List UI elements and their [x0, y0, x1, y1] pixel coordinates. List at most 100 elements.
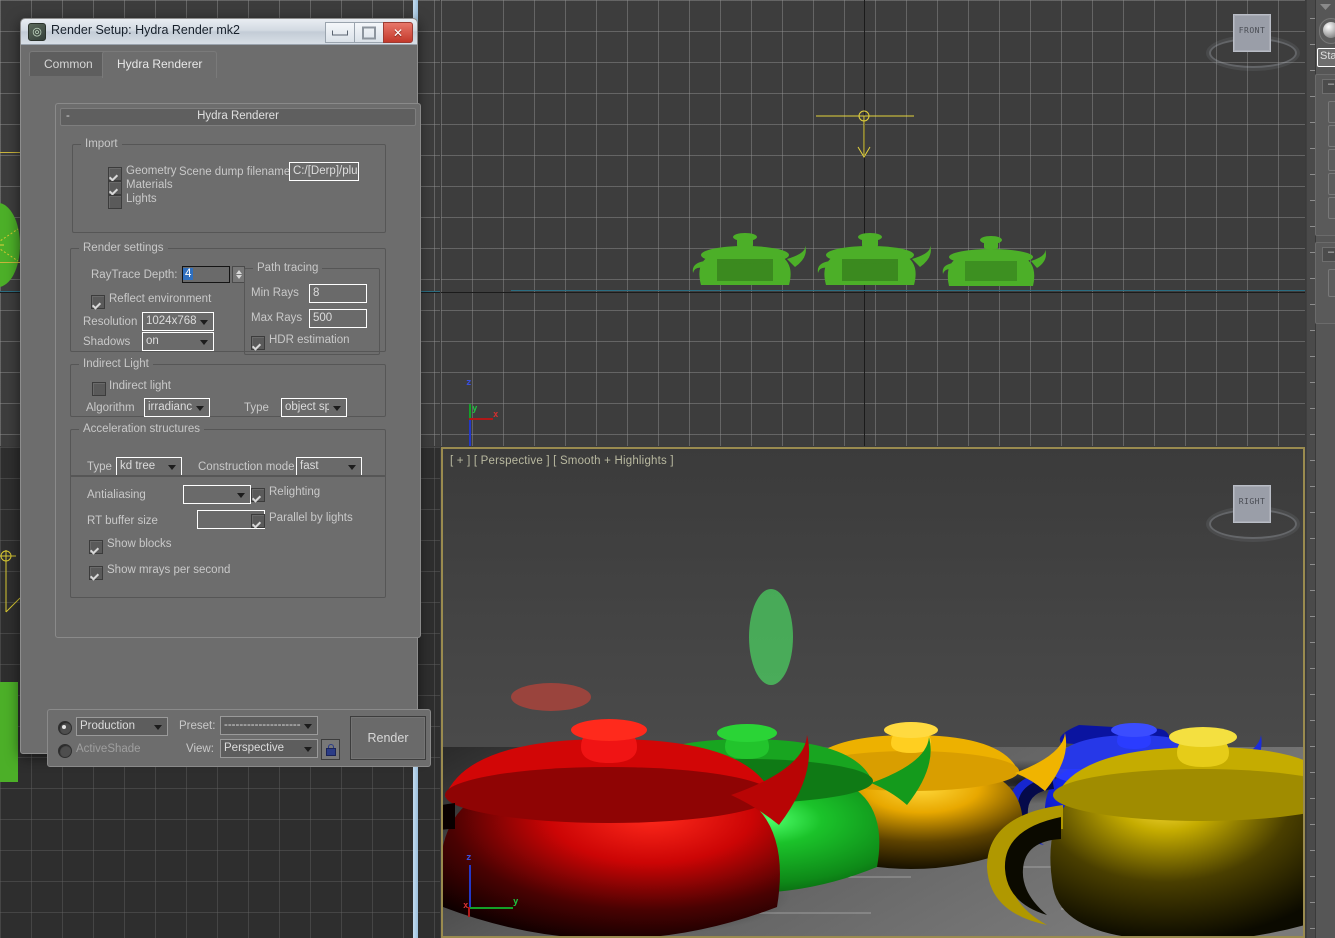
- indirect-type-dropdown[interactable]: object spa: [281, 398, 347, 417]
- axis-label-y: y: [472, 404, 477, 414]
- chevron-down-icon[interactable]: [300, 717, 317, 734]
- label-accel-type: Type: [87, 461, 112, 473]
- chevron-down-icon[interactable]: [196, 313, 213, 330]
- lock-icon[interactable]: [321, 739, 340, 760]
- view-cube-face[interactable]: FRONT: [1233, 14, 1271, 52]
- group-acceleration-structures: Acceleration structures Type kd tree Con…: [70, 423, 386, 477]
- accel-type-dropdown[interactable]: kd tree: [116, 457, 182, 476]
- group-acceleration-legend: Acceleration structures: [79, 423, 204, 435]
- axis-label-y: y: [513, 897, 518, 907]
- label-resolution: Resolution: [83, 316, 137, 328]
- scene-dump-filename-input[interactable]: C:/[Derp]/plu: [289, 162, 359, 181]
- axis-label-x: x: [493, 410, 498, 420]
- checkbox-parallel-by-lights[interactable]: [251, 514, 265, 528]
- chevron-down-icon[interactable]: [329, 399, 346, 416]
- rollout-2[interactable]: –: [1315, 242, 1335, 324]
- shadows-dropdown[interactable]: on: [142, 332, 214, 351]
- tab-hydra-renderer[interactable]: Hydra Renderer: [102, 51, 217, 78]
- chevron-down-icon[interactable]: [192, 399, 209, 416]
- checkbox-relighting[interactable]: [251, 488, 265, 502]
- checkbox-show-mrays[interactable]: [89, 566, 103, 580]
- name-field[interactable]: Sta: [1317, 48, 1335, 67]
- axis-tripod-top: z y x: [459, 370, 519, 430]
- chevron-down-icon[interactable]: [150, 718, 167, 735]
- view-value: Perspective: [224, 742, 284, 754]
- window-controls[interactable]: ✕: [325, 22, 413, 43]
- teapot-silhouette-1: [691, 215, 811, 295]
- viewport-perspective[interactable]: [ + ] [ Perspective ] [ Smooth + Highlig…: [441, 447, 1305, 938]
- mode-value: Production: [80, 720, 135, 732]
- label-reflect-environment: Reflect environment: [109, 293, 211, 305]
- chevron-down-icon[interactable]: [344, 458, 361, 475]
- teapot-silhouette-2: [816, 215, 936, 295]
- max-rays-input[interactable]: 500: [309, 309, 367, 328]
- view-cube-label: FRONT: [1234, 26, 1270, 35]
- render-button[interactable]: Render: [350, 716, 426, 760]
- radio-production[interactable]: [58, 721, 72, 735]
- chevron-down-icon[interactable]: [300, 740, 317, 757]
- label-construction-mode: Construction mode: [198, 461, 295, 473]
- axis-tripod-perspective: z y x: [459, 845, 519, 905]
- raytrace-depth-input[interactable]: 4: [182, 266, 230, 283]
- axis-label-z: z: [466, 378, 471, 388]
- resolution-dropdown[interactable]: 1024x768: [142, 312, 214, 331]
- label-algorithm: Algorithm: [86, 402, 135, 414]
- group-path-tracing: Path tracing Min Rays 8 Max Rays 500 HDR…: [244, 262, 380, 355]
- preset-dropdown[interactable]: --------------------: [220, 716, 318, 735]
- chevron-down-icon[interactable]: [196, 333, 213, 350]
- object-silhouette-green-2: [0, 682, 20, 792]
- raytrace-depth-value: 4: [183, 268, 193, 280]
- checkbox-indirect-light[interactable]: [92, 382, 106, 396]
- maximize-button[interactable]: [354, 22, 383, 43]
- view-cube-perspective[interactable]: RIGHT: [1205, 473, 1297, 543]
- algorithm-value: irradiance: [148, 401, 199, 413]
- label-geometry: Geometry: [126, 165, 177, 177]
- dialog-titlebar[interactable]: ◎ Render Setup: Hydra Render mk2 ✕: [21, 19, 417, 45]
- label-scene-dump-filename: Scene dump filename: [179, 166, 290, 178]
- view-cube-top[interactable]: FRONT: [1205, 2, 1297, 72]
- checkbox-geometry[interactable]: [108, 167, 122, 181]
- tab-strip[interactable]: Common Hydra Renderer: [29, 51, 417, 77]
- close-button[interactable]: ✕: [383, 22, 413, 43]
- checkbox-hdr-estimation[interactable]: [251, 336, 265, 350]
- mode-dropdown[interactable]: Production: [76, 717, 168, 736]
- view-cube-label: RIGHT: [1234, 497, 1270, 506]
- label-indirect-light: Indirect light: [109, 380, 171, 392]
- tab-common[interactable]: Common: [29, 51, 108, 76]
- checkbox-show-blocks[interactable]: [89, 540, 103, 554]
- render-bottom-bar: Production ActiveShade Preset: ---------…: [47, 709, 431, 767]
- chevron-down-icon[interactable]: [233, 486, 250, 503]
- command-panel[interactable]: Sta – –: [1306, 0, 1335, 938]
- axis-z: [469, 865, 471, 909]
- construction-mode-dropdown[interactable]: fast: [296, 457, 362, 476]
- min-rays-input[interactable]: 8: [309, 284, 367, 303]
- rollout-1[interactable]: –: [1315, 74, 1335, 236]
- checkbox-reflect-environment[interactable]: [91, 295, 105, 309]
- group-render-settings-legend: Render settings: [79, 242, 168, 254]
- minimize-button[interactable]: [325, 22, 354, 43]
- axis-y: [469, 404, 471, 418]
- rollup-header-hydra[interactable]: - Hydra Renderer: [60, 108, 416, 126]
- checkbox-materials[interactable]: [108, 181, 122, 195]
- algorithm-dropdown[interactable]: irradiance: [144, 398, 210, 417]
- view-dropdown[interactable]: Perspective: [220, 739, 318, 758]
- rollup-toggle-icon[interactable]: -: [66, 109, 70, 124]
- hydra-renderer-panel: - Hydra Renderer Import Geometry Materia…: [55, 103, 421, 638]
- antialiasing-dropdown[interactable]: [183, 485, 251, 504]
- checkbox-lights[interactable]: [108, 195, 122, 209]
- view-cube-face[interactable]: RIGHT: [1233, 485, 1271, 523]
- axis-label-z: z: [466, 853, 471, 863]
- preset-value: --------------------: [224, 719, 301, 731]
- accel-type-value: kd tree: [120, 460, 155, 472]
- viewport-top[interactable]: FRONT z y x: [441, 0, 1305, 446]
- axis-y: [469, 907, 513, 909]
- collapse-arrow-icon[interactable]: [1319, 2, 1333, 12]
- render-setup-dialog[interactable]: ◎ Render Setup: Hydra Render mk2 ✕ Commo…: [20, 18, 418, 754]
- chevron-down-icon[interactable]: [164, 458, 181, 475]
- radio-activeshade[interactable]: [58, 744, 72, 758]
- label-shadows: Shadows: [83, 336, 130, 348]
- panel-icon-button[interactable]: [1319, 18, 1335, 44]
- group-import-legend: Import: [81, 138, 122, 150]
- label-relighting: Relighting: [269, 486, 320, 498]
- rendered-scene: [441, 447, 1305, 938]
